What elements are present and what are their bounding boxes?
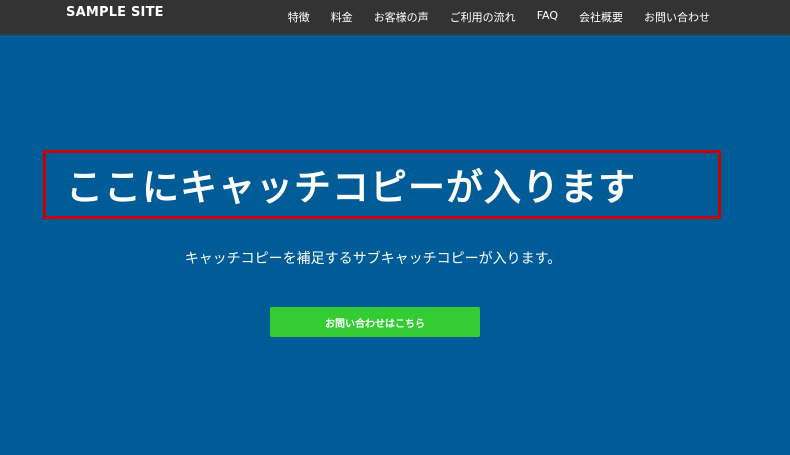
nav-item-pricing[interactable]: 料金	[331, 9, 353, 25]
nav-item-contact[interactable]: お問い合わせ	[644, 9, 710, 25]
catch-copy: ここにキャッチコピーが入ります	[66, 166, 636, 209]
nav-item-faq[interactable]: FAQ	[537, 9, 558, 25]
contact-cta-button[interactable]: お問い合わせはこちら	[270, 307, 480, 337]
sub-catch-copy: キャッチコピーを補足するサブキャッチコピーが入ります。	[184, 251, 562, 267]
site-logo[interactable]: SAMPLE SITE	[66, 5, 164, 20]
nav-item-company[interactable]: 会社概要	[579, 9, 623, 25]
site-header: SAMPLE SITE 特徴 料金 お客様の声 ご利用の流れ FAQ 会社概要 …	[0, 0, 790, 35]
nav-item-flow[interactable]: ご利用の流れ	[450, 9, 516, 25]
nav-item-features[interactable]: 特徴	[288, 9, 310, 25]
global-nav: 特徴 料金 お客様の声 ご利用の流れ FAQ 会社概要 お問い合わせ	[267, 9, 710, 25]
page: SAMPLE SITE 特徴 料金 お客様の声 ご利用の流れ FAQ 会社概要 …	[0, 0, 790, 455]
nav-item-testimonials[interactable]: お客様の声	[374, 9, 429, 25]
